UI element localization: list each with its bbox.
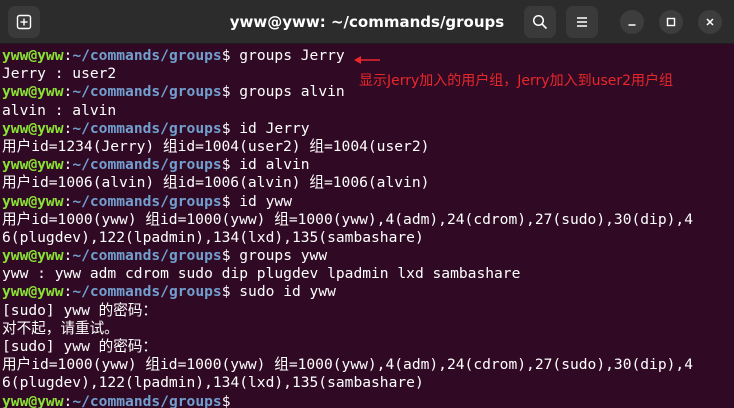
terminal-output[interactable]: yww@yww:~/commands/groups$ groups Jerry J…: [2, 47, 734, 408]
close-button[interactable]: [698, 10, 722, 34]
prompt-path: ~/commands/groups: [72, 192, 222, 210]
prompt-user: yww@yww: [2, 283, 64, 301]
prompt-line: yww@yww:~/commands/groups$: [2, 393, 734, 408]
prompt-user: yww@yww: [2, 392, 64, 408]
output-line: [sudo] yww 的密码：: [2, 301, 158, 319]
prompt-user: yww@yww: [2, 192, 64, 210]
output-line: 对不起，请重试。: [2, 319, 119, 337]
prompt-colon: :: [63, 156, 73, 174]
prompt-path: ~/commands/groups: [72, 83, 222, 101]
prompt-line: yww@yww:~/commands/groups$ sudo id yww: [2, 283, 734, 301]
prompt-colon: :: [63, 47, 73, 64]
annotation-arrow-icon: [354, 56, 380, 64]
prompt-colon: :: [63, 392, 73, 408]
prompt-path: ~/commands/groups: [72, 283, 222, 301]
search-icon: [532, 14, 548, 30]
output-line: 用户id=1234(Jerry) 组id=1004(user2) 组=1004(…: [2, 137, 430, 155]
prompt-path: ~/commands/groups: [72, 119, 222, 137]
output-line: 6(plugdev),122(lpadmin),134(lxd),135(sam…: [2, 374, 424, 392]
prompt-colon: :: [63, 283, 73, 301]
command-text: groups alvin: [230, 83, 345, 101]
search-button[interactable]: [524, 6, 556, 38]
prompt-user: yww@yww: [2, 83, 64, 101]
minimize-icon: [628, 24, 636, 26]
output-line: 用户id=1000(yww) 组id=1000(yww) 组=1000(yww)…: [2, 356, 693, 374]
annotation-text: 显示Jerry加入的用户组，Jerry加入到user2用户组: [359, 73, 674, 89]
window-title: yww@yww: ~/commands/groups: [229, 13, 505, 31]
command-text: id alvin: [230, 156, 310, 174]
output-line: 用户id=1006(alvin) 组id=1006(alvin) 组=1006(…: [2, 174, 430, 192]
prompt-colon: :: [63, 119, 73, 137]
prompt-line: yww@yww:~/commands/groups$ groups yww: [2, 247, 734, 265]
output-line: [sudo] yww 的密码：: [2, 338, 158, 355]
maximize-button[interactable]: [659, 10, 683, 34]
prompt-line: yww@yww:~/commands/groups$ id Jerry: [2, 120, 734, 138]
terminal-window: yww@yww: ~/commands/groups yww@yww:~/com…: [0, 0, 734, 408]
maximize-icon: [666, 17, 676, 27]
prompt-path: ~/commands/groups: [72, 247, 222, 265]
close-icon: [706, 18, 714, 26]
command-text: sudo id yww: [230, 283, 336, 301]
output-line: alvin : alvin: [2, 101, 117, 119]
prompt-colon: :: [63, 247, 73, 265]
command-text: groups Jerry: [230, 47, 345, 64]
menu-button[interactable]: [566, 6, 598, 38]
output-line: 用户id=1000(yww) 组id=1000(yww) 组=1000(yww)…: [2, 210, 693, 228]
prompt-user: yww@yww: [2, 47, 64, 64]
command-text: groups yww: [230, 247, 328, 265]
output-line: yww : yww adm cdrom sudo dip plugdev lpa…: [2, 265, 521, 283]
new-tab-button[interactable]: [8, 6, 40, 38]
prompt-path: ~/commands/groups: [72, 47, 222, 64]
prompt-path: ~/commands/groups: [72, 392, 222, 408]
prompt-user: yww@yww: [2, 247, 64, 265]
title-bar: yww@yww: ~/commands/groups: [0, 0, 734, 44]
command-text: id yww: [230, 192, 292, 210]
prompt-line: yww@yww:~/commands/groups$ id alvin: [2, 156, 734, 174]
new-tab-icon: [16, 14, 32, 30]
prompt-colon: :: [63, 83, 73, 101]
output-line: 6(plugdev),122(lpadmin),134(lxd),135(sam…: [2, 228, 424, 246]
minimize-button[interactable]: [620, 10, 644, 34]
hamburger-menu-icon: [577, 17, 587, 27]
prompt-colon: :: [63, 192, 73, 210]
prompt-user: yww@yww: [2, 119, 64, 137]
prompt-line: yww@yww:~/commands/groups$ id yww: [2, 193, 734, 211]
prompt-path: ~/commands/groups: [72, 156, 222, 174]
prompt-symbol: $: [221, 392, 231, 408]
command-text: id Jerry: [230, 119, 310, 137]
prompt-user: yww@yww: [2, 156, 64, 174]
